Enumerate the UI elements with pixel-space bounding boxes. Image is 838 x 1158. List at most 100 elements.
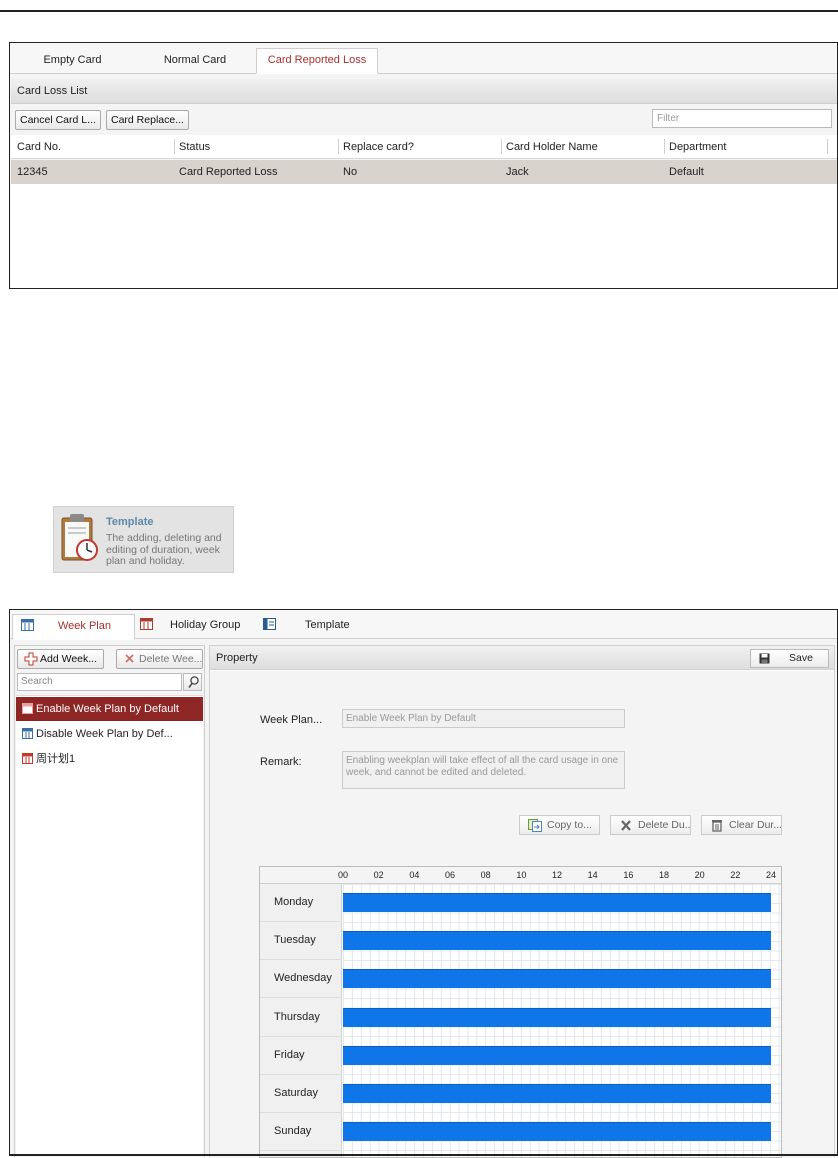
delete-week-plan-label: Delete Wee... (139, 653, 203, 665)
day-labels: Monday Tuesday Wednesday Thursday Friday Satu… (260, 884, 342, 1157)
card-loss-list-header: Card Loss List (11, 79, 837, 104)
list-item-disable-week-plan[interactable]: Disable Week Plan by Def... (16, 722, 203, 746)
hour-label: 04 (409, 870, 420, 880)
hour-label: 00 (337, 870, 349, 880)
duration-bar[interactable] (343, 931, 771, 951)
cancel-card-loss-button[interactable]: Cancel Card L... (15, 110, 101, 130)
tab-week-plan[interactable]: Week Plan (12, 614, 135, 640)
week-plan-name-field[interactable]: Enable Week Plan by Default (342, 709, 625, 728)
duration-bar[interactable] (343, 893, 771, 912)
hour-label: 16 (623, 870, 634, 880)
calendar-icon (22, 728, 33, 739)
day-label: Friday (274, 1048, 305, 1061)
delete-icon (125, 654, 134, 663)
weekly-schedule-grid: 00 02 04 06 08 10 12 14 16 18 20 22 24 Monday Tuesday… (259, 866, 782, 1158)
table-row[interactable]: 12345 Card Reported Loss No Jack Default (11, 160, 837, 184)
week-plan-list-pane: Add Week... Delete Wee... Search Enable … (14, 645, 205, 1157)
hour-axis: 00 02 04 06 08 10 12 14 16 18 20 22 24 (260, 867, 781, 884)
top-rule (0, 10, 838, 12)
day-row: Wednesday (260, 960, 342, 999)
tab-normal-card[interactable]: Normal Card (140, 49, 250, 74)
column-replace-card[interactable]: Replace card? (343, 141, 414, 153)
column-department[interactable]: Department (669, 141, 726, 153)
day-row: Friday (260, 1037, 342, 1075)
tab-template[interactable]: Template (263, 614, 373, 640)
day-row: Sunday (260, 1113, 342, 1152)
copy-icon (528, 819, 542, 832)
tab-template-label: Template (305, 619, 350, 631)
search-input[interactable]: Search (17, 673, 182, 691)
list-item-label: 周计划1 (36, 753, 76, 765)
duration-bar[interactable] (343, 1045, 771, 1065)
remark-label: Remark: (260, 756, 302, 768)
delete-duration-button[interactable]: Delete Du... (610, 815, 691, 835)
column-status[interactable]: Status (179, 141, 210, 153)
hour-label: 22 (730, 870, 741, 880)
add-week-plan-button[interactable]: Add Week... (17, 649, 104, 669)
column-card-no[interactable]: Card No. (17, 141, 61, 153)
search-button[interactable] (183, 673, 202, 691)
tab-week-plan-label: Week Plan (58, 620, 111, 632)
day-label: Sunday (274, 1125, 312, 1138)
calendar-icon (22, 753, 33, 764)
add-icon (24, 652, 38, 666)
property-body: Week Plan... Enable Week Plan by Default… (210, 671, 834, 1158)
trash-icon (712, 820, 722, 832)
week-plan-list: Enable Week Plan by Default Disable Week… (16, 695, 203, 1155)
add-week-plan-label: Add Week... (40, 653, 98, 665)
tab-holiday-group-label: Holiday Group (170, 619, 241, 631)
template-module-tile[interactable]: Template The adding, deleting and editin… (53, 506, 234, 573)
hour-label: 10 (516, 870, 527, 880)
list-item-enable-week-plan[interactable]: Enable Week Plan by Default (16, 697, 203, 721)
tab-card-reported-loss[interactable]: Card Reported Loss (256, 48, 378, 74)
cell-card-holder-name: Jack (506, 166, 529, 178)
schedule-tabs: Week Plan Holiday Group Template (10, 610, 837, 640)
filter-input[interactable]: Filter (652, 109, 832, 128)
tab-empty-card[interactable]: Empty Card (20, 49, 125, 74)
duration-bar[interactable] (343, 1122, 771, 1142)
copy-to-button[interactable]: Copy to... (519, 815, 600, 835)
card-tabs: Empty Card Normal Card Card Reported Los… (10, 43, 837, 74)
schedule-time-grid[interactable] (343, 884, 781, 1157)
remark-field[interactable]: Enabling weekplan will take effect of al… (342, 751, 625, 789)
table-header: Card No. Status Replace card? Card Holde… (11, 135, 837, 159)
save-icon (759, 653, 770, 664)
list-item-label: Disable Week Plan by Def... (36, 728, 173, 740)
calendar-icon (140, 618, 153, 630)
duration-bar[interactable] (343, 1084, 771, 1103)
template-title: Template (106, 516, 154, 528)
day-label: Saturday (274, 1087, 319, 1099)
table-body (11, 184, 837, 288)
day-label: Thursday (274, 1010, 320, 1023)
day-label: Wednesday (274, 972, 332, 985)
week-plan-name-label: Week Plan... (260, 714, 323, 726)
calendar-icon (22, 703, 33, 714)
save-label: Save (789, 652, 813, 664)
cell-department: Default (669, 166, 704, 178)
day-row: Saturday (260, 1075, 342, 1113)
clipboard-clock-icon (61, 514, 98, 561)
list-item-label: Enable Week Plan by Default (36, 703, 179, 715)
day-row: Tuesday (260, 922, 342, 961)
clear-duration-button[interactable]: Clear Dur... (701, 815, 782, 835)
save-button[interactable]: Save (750, 649, 829, 668)
template-description: The adding, deleting and editing of dura… (106, 532, 222, 567)
calendar-icon (21, 619, 34, 631)
card-replace-button[interactable]: Card Replace... (106, 110, 189, 130)
column-separator (664, 139, 665, 154)
duration-bar[interactable] (343, 1007, 771, 1027)
schedule-panel: Week Plan Holiday Group Template Add Wee… (9, 609, 838, 1158)
day-row: Thursday (260, 999, 342, 1037)
list-item-week-plan-1[interactable]: 周计划1 (16, 747, 203, 771)
column-separator (338, 139, 339, 154)
column-separator (174, 139, 175, 154)
cell-status: Card Reported Loss (179, 166, 278, 178)
tab-holiday-group[interactable]: Holiday Group (140, 614, 260, 640)
delete-week-plan-button[interactable]: Delete Wee... (116, 649, 203, 669)
column-card-holder-name[interactable]: Card Holder Name (506, 141, 598, 153)
copy-to-label: Copy to... (547, 819, 592, 831)
duration-bar[interactable] (343, 969, 771, 989)
day-label: Tuesday (274, 934, 316, 947)
property-header: Property Save (210, 646, 834, 670)
card-loss-panel: Empty Card Normal Card Card Reported Los… (9, 42, 838, 289)
